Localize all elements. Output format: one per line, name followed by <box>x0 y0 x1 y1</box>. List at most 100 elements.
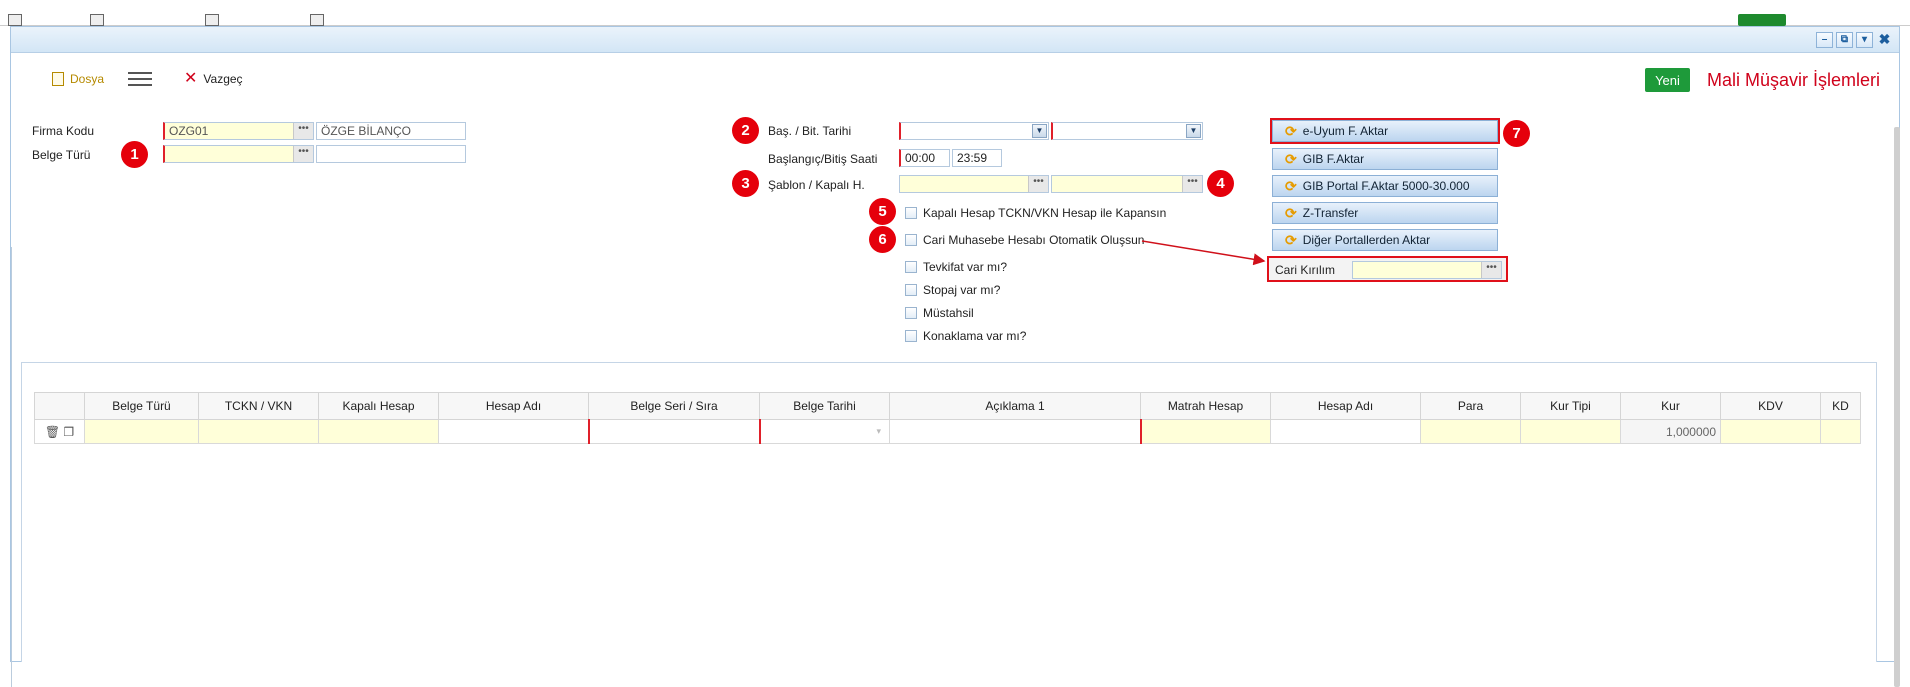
row-actions: 🗑 ❐ <box>34 419 85 444</box>
copy-icon[interactable]: ❐ <box>63 425 74 439</box>
grid-header-row: Belge Türü TCKN / VKN Kapalı Hesap Hesap… <box>34 392 1861 420</box>
page-title: Mali Müşavir İşlemleri <box>1707 70 1881 90</box>
lookup-icon[interactable]: ••• <box>293 146 313 162</box>
konaklama-checkbox-label: Konaklama var mı? <box>923 329 1027 343</box>
data-grid: Belge Türü TCKN / VKN Kapalı Hesap Hesap… <box>34 392 1861 444</box>
grid-cell[interactable] <box>587 419 760 444</box>
cari-muhasebe-checkbox[interactable]: Cari Muhasebe Hesabı Otomatik Oluşsun <box>905 233 1144 247</box>
dropdown-arrow-icon[interactable]: ▼ <box>1032 124 1047 138</box>
tevkifat-checkbox-label: Tevkifat var mı? <box>923 260 1008 274</box>
grid-cell-date[interactable]: ▾ <box>758 419 890 444</box>
hamburger-icon <box>128 72 152 74</box>
mustahsil-checkbox-label: Müstahsil <box>923 306 974 320</box>
lookup-icon[interactable]: ••• <box>293 123 313 139</box>
tevkifat-checkbox[interactable]: Tevkifat var mı? <box>905 260 1007 274</box>
gib-portal-aktar-label: GIB Portal F.Aktar 5000-30.000 <box>1302 179 1470 193</box>
checkbox-icon[interactable] <box>905 207 917 219</box>
kapali-hesap-field[interactable]: ••• <box>1051 175 1203 193</box>
dosya-label: Dosya <box>70 72 105 86</box>
firma-kodu-value: OZG01 <box>169 124 209 138</box>
grid-header[interactable]: Belge Tarihi <box>759 392 890 420</box>
grid-cell-kur[interactable]: 1,000000 <box>1620 419 1721 444</box>
grid-cell[interactable] <box>84 419 199 444</box>
grid-cell[interactable] <box>1139 419 1271 444</box>
cari-kirilim-field[interactable]: ••• <box>1352 261 1502 279</box>
grid-header[interactable]: Kur <box>1620 392 1721 420</box>
dropdown-icon[interactable]: ▾ <box>1856 32 1873 48</box>
restore-icon[interactable]: ⧉ <box>1836 32 1853 48</box>
table-row: 🗑 ❐ ▾ 1,000000 <box>34 419 1861 444</box>
sablon-label: Şablon / Kapalı H. <box>768 178 865 192</box>
menu-button[interactable] <box>128 68 152 90</box>
trash-icon[interactable]: 🗑 <box>45 425 60 439</box>
checkbox-icon[interactable] <box>905 307 917 319</box>
checkbox-icon[interactable] <box>905 330 917 342</box>
dosya-button[interactable]: Dosya <box>52 72 104 86</box>
firma-kodu-field[interactable]: OZG01 ••• <box>163 122 314 140</box>
grid-header[interactable]: KD <box>1820 392 1861 420</box>
gib-portal-aktar-button[interactable]: ⟳ GIB Portal F.Aktar 5000-30.000 <box>1272 175 1498 197</box>
dropdown-arrow-icon[interactable]: ▼ <box>1186 124 1201 138</box>
vertical-scrollbar[interactable] <box>1894 127 1900 687</box>
grid-header[interactable]: Hesap Adı <box>438 392 589 420</box>
refresh-icon: ⟳ <box>1285 204 1297 221</box>
lookup-icon[interactable]: ••• <box>1481 262 1501 278</box>
checkbox-icon[interactable] <box>905 261 917 273</box>
grid-cell[interactable] <box>1520 419 1621 444</box>
annotation-badge-6: 6 <box>869 226 896 253</box>
grid-header[interactable]: TCKN / VKN <box>198 392 319 420</box>
checkbox-icon[interactable] <box>905 234 917 246</box>
vazgec-button[interactable]: ✕ Vazgeç <box>184 70 243 87</box>
grid-header[interactable]: Matrah Hesap <box>1140 392 1271 420</box>
lookup-icon[interactable]: ••• <box>1028 176 1048 192</box>
belge-turu-field[interactable]: ••• <box>163 145 314 163</box>
background-yeni-button <box>1738 14 1786 26</box>
refresh-icon: ⟳ <box>1285 177 1297 194</box>
refresh-icon: ⟳ <box>1285 150 1297 167</box>
diger-portaller-button[interactable]: ⟳ Diğer Portallerden Aktar <box>1272 229 1498 251</box>
annotation-arrow <box>1141 240 1266 266</box>
annotation-badge-7: 7 <box>1503 120 1530 147</box>
lookup-icon[interactable]: ••• <box>1182 176 1202 192</box>
grid-header[interactable]: Para <box>1420 392 1521 420</box>
grid-cell[interactable] <box>438 419 589 444</box>
grid-cell[interactable] <box>1720 419 1821 444</box>
bitis-tarihi-select[interactable]: ▼ <box>1051 122 1203 140</box>
grid-header[interactable]: Kapalı Hesap <box>318 392 439 420</box>
baslangic-saati-field[interactable]: 00:00 <box>899 149 950 167</box>
kapali-hesap-checkbox[interactable]: Kapalı Hesap TCKN/VKN Hesap ile Kapansın <box>905 206 1166 220</box>
bitis-saati-field[interactable]: 23:59 <box>952 149 1002 167</box>
save-icon <box>90 14 104 26</box>
gib-aktar-button[interactable]: ⟳ GIB F.Aktar <box>1272 148 1498 170</box>
grid-cell[interactable] <box>198 419 319 444</box>
title-bar: – ⧉ ▾ ✖ <box>11 27 1899 53</box>
stopaj-checkbox[interactable]: Stopaj var mı? <box>905 283 1000 297</box>
checkbox-icon[interactable] <box>905 284 917 296</box>
grid-header[interactable]: Hesap Adı <box>1270 392 1421 420</box>
close-icon[interactable]: ✖ <box>1876 32 1893 48</box>
grid-header[interactable]: Belge Seri / Sıra <box>588 392 760 420</box>
grid-header[interactable]: KDV <box>1720 392 1821 420</box>
annotation-badge-2: 2 <box>732 117 759 144</box>
grid-cell[interactable] <box>1820 419 1861 444</box>
close-x-icon: ✕ <box>184 70 198 87</box>
mustahsil-checkbox[interactable]: Müstahsil <box>905 306 974 320</box>
cari-kirilim-label: Cari Kırılım <box>1275 263 1335 277</box>
konaklama-checkbox[interactable]: Konaklama var mı? <box>905 329 1026 343</box>
sablon-field[interactable]: ••• <box>899 175 1049 193</box>
save-icon <box>205 14 219 26</box>
grid-cell[interactable] <box>889 419 1141 444</box>
grid-header[interactable]: Kur Tipi <box>1520 392 1621 420</box>
grid-header[interactable]: Belge Türü <box>84 392 199 420</box>
bas-bit-tarihi-label: Baş. / Bit. Tarihi <box>768 124 852 138</box>
yeni-button[interactable]: Yeni <box>1645 68 1690 92</box>
grid-header[interactable]: Açıklama 1 <box>889 392 1141 420</box>
z-transfer-button[interactable]: ⟳ Z-Transfer <box>1272 202 1498 224</box>
minimize-icon[interactable]: – <box>1816 32 1833 48</box>
highlight-box <box>1270 118 1500 144</box>
cari-muhasebe-checkbox-label: Cari Muhasebe Hesabı Otomatik Oluşsun <box>923 233 1145 247</box>
grid-cell[interactable] <box>1420 419 1521 444</box>
grid-cell[interactable] <box>1270 419 1421 444</box>
grid-cell[interactable] <box>318 419 439 444</box>
baslangic-tarihi-select[interactable]: ▼ <box>899 122 1049 140</box>
